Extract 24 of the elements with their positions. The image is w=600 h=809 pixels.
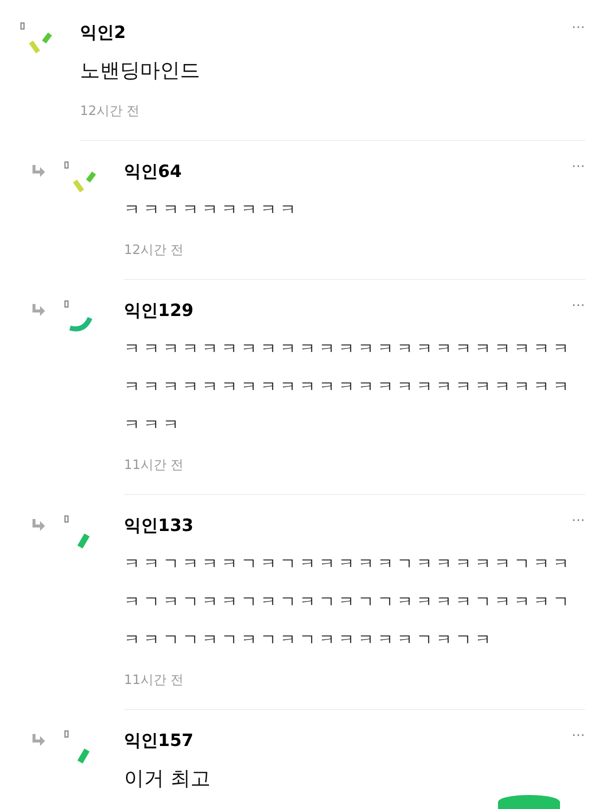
- more-button[interactable]: ···: [572, 728, 585, 744]
- timestamp: 12시간 전: [80, 103, 140, 121]
- author-name: 익인157: [124, 730, 194, 753]
- reply-arrow-icon: [32, 734, 46, 746]
- reply-arrow-icon: [32, 165, 46, 177]
- comment-text: ㅋㅋㅋㅋㅋㅋㅋㅋㅋ: [124, 199, 300, 221]
- more-button[interactable]: ···: [572, 159, 585, 175]
- comment-text: 노밴딩마인드: [80, 57, 200, 84]
- floating-action-button[interactable]: [498, 795, 560, 809]
- more-button[interactable]: ···: [572, 20, 585, 36]
- comment-text: 이거 최고: [124, 765, 210, 792]
- author-name: 익인129: [124, 300, 194, 323]
- reply-arrow-icon: [32, 304, 46, 316]
- author-name: 익인64: [124, 161, 182, 184]
- timestamp: 12시간 전: [124, 242, 184, 260]
- author-name: 익인2: [80, 22, 126, 45]
- more-button[interactable]: ···: [572, 298, 585, 314]
- more-button[interactable]: ···: [572, 513, 585, 529]
- reply-arrow-icon: [32, 519, 46, 531]
- comment-text: ㅋㅋㅋㅋㅋㅋㅋㅋㅋㅋㅋㅋㅋㅋㅋㅋㅋㅋㅋㅋㅋㅋㅋㅋㅋㅋㅋㅋㅋㅋㅋㅋㅋㅋㅋㅋㅋㅋㅋㅋㅋㅋㅋㅋㅋㅋㅋㅋㅋ: [124, 338, 574, 436]
- timestamp: 11시간 전: [124, 457, 184, 475]
- comment-text: ㅋㅋㄱㅋㅋㅋㄱㅋㄱㅋㅋㅋㅋㅋㄱㅋㅋㅋㅋㅋㄱㅋㅋㅋㄱㅋㄱㅋㅋㄱㅋㄱㅋㄱㅋㄱㄱㅋㅋㅋㅋㄱㅋㅋㅋㄱㅋㅋㄱㄱㅋㄱㅋㄱㅋㄱㅋㅋㅋㅋㅋㄱㅋㄱㅋ: [124, 553, 574, 651]
- timestamp: 11시간 전: [124, 672, 184, 690]
- author-name: 익인133: [124, 515, 194, 538]
